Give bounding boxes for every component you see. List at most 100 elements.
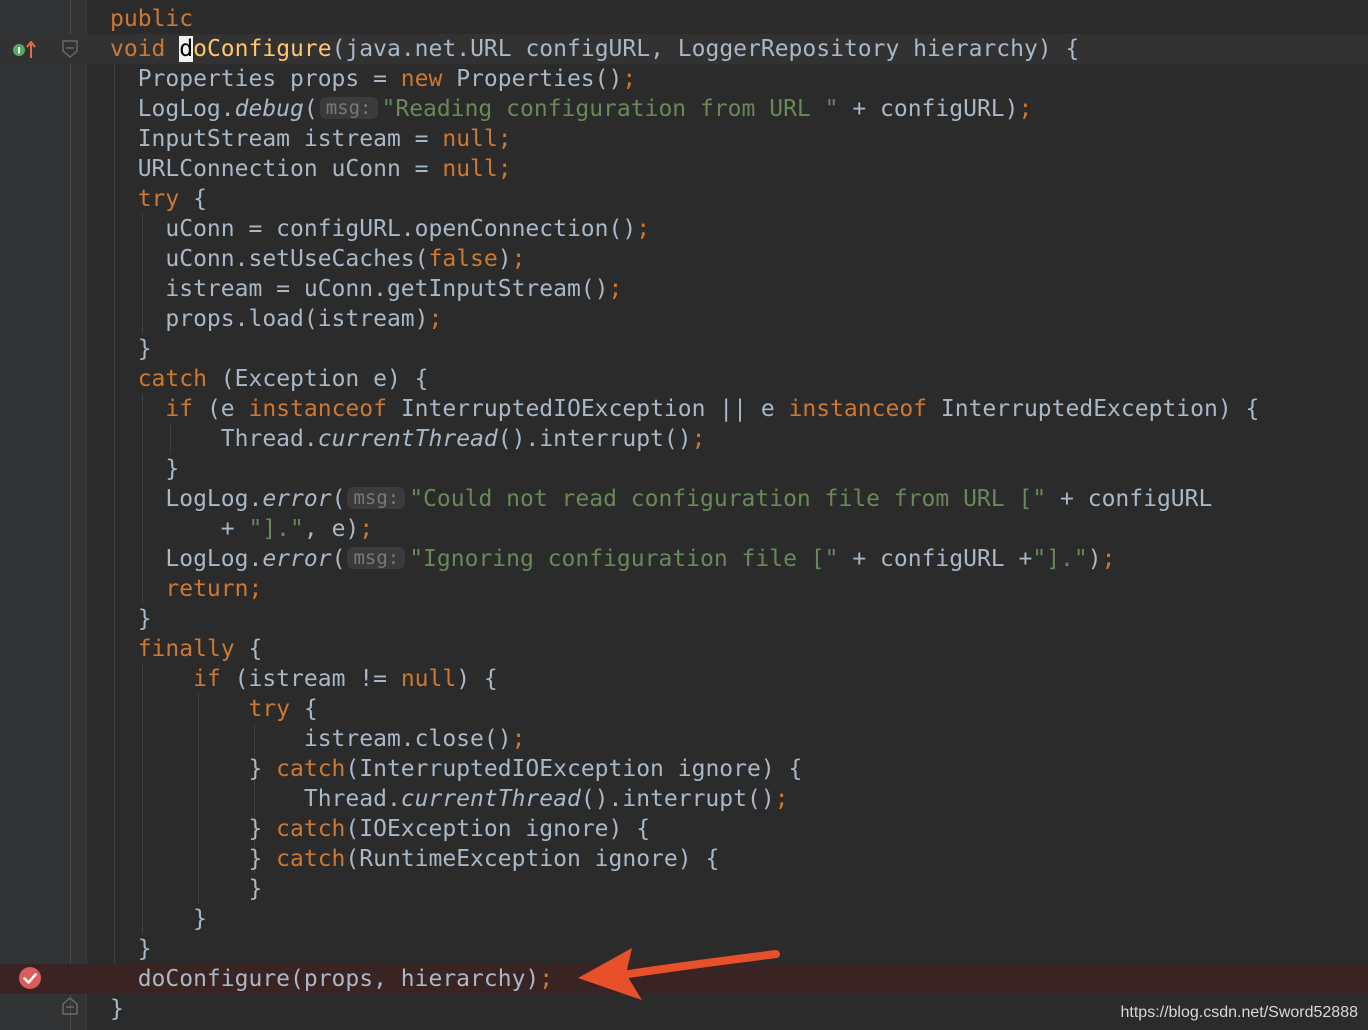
code-text: } catch(RuntimeException ignore) { <box>110 844 719 874</box>
code-token: ; <box>428 306 443 332</box>
code-line[interactable]: catch (Exception e) { <box>0 364 1368 394</box>
code-line[interactable]: LogLog.error(msg: "Ignoring configuration… <box>0 544 1368 574</box>
code-token: ; <box>248 576 263 602</box>
code-text: InputStream istream = null; <box>110 124 512 154</box>
code-token: (IOException ignore) { <box>345 816 651 842</box>
code-text: if (e instanceof InterruptedIOException … <box>110 394 1259 424</box>
code-line[interactable]: props.load(istream); <box>0 304 1368 334</box>
code-line[interactable]: try { <box>0 694 1368 724</box>
code-line[interactable]: Properties props = new Properties(); <box>0 64 1368 94</box>
code-line[interactable]: Thread.currentThread().interrupt(); <box>0 784 1368 814</box>
fold-end-marker-icon[interactable] <box>62 997 78 1015</box>
code-token: } <box>110 456 180 482</box>
code-line[interactable]: LogLog.debug(msg: "Reading configuration … <box>0 94 1368 124</box>
code-text: try { <box>110 694 317 724</box>
code-text: try { <box>110 184 207 214</box>
code-token: URLConnection uConn = <box>110 156 443 182</box>
code-token: instanceof <box>788 396 928 422</box>
code-text: catch (Exception e) { <box>110 364 429 394</box>
current-line[interactable]: void doConfigure(java.net.URL configURL,… <box>0 34 1368 64</box>
code-token: ; <box>691 426 706 452</box>
code-token: ; <box>774 786 789 812</box>
code-token: finally <box>137 636 235 662</box>
code-line[interactable]: URLConnection uConn = null; <box>0 154 1368 184</box>
code-line[interactable]: return; <box>0 574 1368 604</box>
code-text: LogLog.error(msg: "Ignoring configuration… <box>110 544 1115 574</box>
code-line[interactable]: } <box>0 874 1368 904</box>
code-line[interactable]: } <box>0 334 1368 364</box>
code-token: ( <box>303 96 318 122</box>
code-token: catch <box>276 846 346 872</box>
code-token: props.load(istream) <box>110 306 429 332</box>
code-line[interactable]: } <box>0 454 1368 484</box>
parameter-hint: msg: <box>319 97 378 119</box>
code-editor[interactable]: public void doConfigure(java.net.URL conf… <box>0 0 1368 1030</box>
code-token: ; <box>608 276 623 302</box>
code-text: if (istream != null) { <box>110 664 498 694</box>
code-line[interactable]: istream = uConn.getInputStream(); <box>0 274 1368 304</box>
code-token: currentThread <box>400 786 581 812</box>
code-token: LogLog. <box>110 96 235 122</box>
code-line[interactable]: } <box>0 904 1368 934</box>
code-line[interactable]: finally { <box>0 634 1368 664</box>
implements-up-arrow-icon[interactable]: I <box>12 41 36 59</box>
code-token: (InterruptedIOException ignore) { <box>345 756 803 782</box>
code-token: ( <box>331 486 346 512</box>
code-line[interactable]: + "].", e); <box>0 514 1368 544</box>
code-token: return <box>165 576 249 602</box>
fold-marker-icon[interactable] <box>62 40 78 58</box>
code-token: ( <box>331 546 346 572</box>
code-text: } <box>110 604 152 634</box>
code-line[interactable]: if (istream != null) { <box>0 664 1368 694</box>
code-token: (RuntimeException ignore) { <box>345 846 720 872</box>
code-token: "Reading configuration from URL " <box>381 96 839 122</box>
code-token: } <box>110 876 263 902</box>
code-line[interactable]: Thread.currentThread().interrupt(); <box>0 424 1368 454</box>
code-token: , e) <box>303 516 360 542</box>
code-line[interactable]: } catch(RuntimeException ignore) { <box>0 844 1368 874</box>
code-token: ) <box>1087 546 1102 572</box>
code-line[interactable]: uConn.setUseCaches(false); <box>0 244 1368 274</box>
code-token: } <box>110 336 152 362</box>
code-token: doConfigure(props, hierarchy) <box>110 966 540 992</box>
code-token: error <box>262 546 332 572</box>
code-token: LogLog. <box>110 486 263 512</box>
code-token: new <box>400 66 457 92</box>
code-token: public <box>110 6 194 32</box>
code-token: "]." <box>248 516 304 542</box>
breakpoint-check-icon[interactable] <box>18 966 42 990</box>
code-token: } <box>110 906 207 932</box>
code-token: ; <box>497 156 512 182</box>
parameter-hint: msg: <box>347 547 406 569</box>
code-token: Thread. <box>110 786 401 812</box>
code-line[interactable]: public <box>0 4 1368 34</box>
code-token: ; <box>539 966 554 992</box>
code-text: } catch(InterruptedIOException ignore) { <box>110 754 802 784</box>
code-token: Thread. <box>110 426 318 452</box>
code-token: try <box>137 186 180 212</box>
code-line[interactable]: istream.close(); <box>0 724 1368 754</box>
code-token: } <box>110 606 152 632</box>
code-line[interactable]: } catch(IOException ignore) { <box>0 814 1368 844</box>
code-token: try <box>248 696 291 722</box>
code-token: { <box>179 186 207 212</box>
code-line[interactable]: LogLog.error(msg: "Could not read configu… <box>0 484 1368 514</box>
code-token: false <box>428 246 498 272</box>
code-line[interactable]: } <box>0 604 1368 634</box>
code-token: (istream != <box>220 666 401 692</box>
code-line[interactable]: uConn = configURL.openConnection(); <box>0 214 1368 244</box>
code-line[interactable]: InputStream istream = null; <box>0 124 1368 154</box>
code-line[interactable]: } catch(InterruptedIOException ignore) { <box>0 754 1368 784</box>
code-token: { <box>234 636 263 662</box>
code-text: } <box>110 934 152 964</box>
code-token: + configURL + <box>838 546 1033 572</box>
code-token: Properties() <box>456 66 623 92</box>
code-text: void doConfigure(java.net.URL configURL,… <box>110 34 1079 64</box>
code-token: ; <box>1101 546 1116 572</box>
code-line[interactable]: if (e instanceof InterruptedIOException … <box>0 394 1368 424</box>
code-line[interactable]: try { <box>0 184 1368 214</box>
code-text: URLConnection uConn = null; <box>110 154 512 184</box>
code-token: ; <box>1018 96 1033 122</box>
code-token: catch <box>276 756 346 782</box>
